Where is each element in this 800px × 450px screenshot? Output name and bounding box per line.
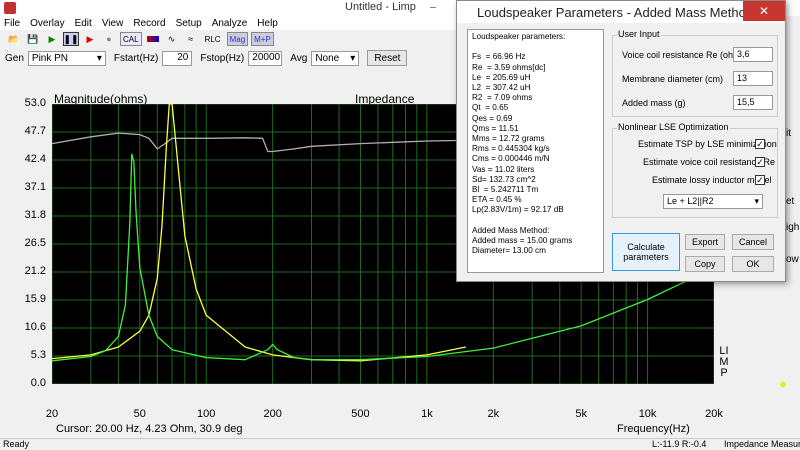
diameter-input[interactable]: 13 — [733, 71, 773, 86]
y-tick-label: 42.4 — [24, 153, 46, 165]
y-tick-label: 47.7 — [24, 125, 46, 137]
save-icon[interactable]: 💾 — [25, 32, 41, 46]
avg-label: Avg — [290, 52, 308, 64]
estimate-tsp-checkbox[interactable]: ✓ — [755, 139, 765, 149]
x-tick-label: 1k — [421, 408, 433, 420]
menu-setup[interactable]: Setup — [172, 18, 208, 29]
stop-icon[interactable]: ● — [101, 32, 117, 46]
play-icon[interactable]: ▶ — [44, 32, 60, 46]
x-tick-label: 20 — [45, 408, 59, 420]
export-button[interactable]: Export — [685, 234, 725, 250]
y-tick-label: 53.0 — [24, 97, 46, 109]
added-mass-input[interactable]: 15,5 — [733, 95, 773, 110]
x-tick-label: 10k — [638, 408, 657, 420]
y-tick-label: 15.9 — [24, 293, 46, 305]
y-tick-label: 26.5 — [24, 237, 46, 249]
x-tick-label: 100 — [197, 408, 216, 420]
calculate-parameters-button[interactable]: Calculate parameters — [612, 233, 680, 271]
x-tick-label: 200 — [263, 408, 282, 420]
pause-icon[interactable]: ❚❚ — [63, 32, 79, 46]
wave-icon[interactable]: ∿ — [164, 32, 180, 46]
status-text: Ready — [3, 439, 30, 449]
mag-button[interactable]: Mag — [226, 32, 249, 46]
mp-button[interactable]: M+P — [251, 32, 274, 46]
color-bar-icon[interactable] — [145, 32, 161, 46]
generator-bar: Gen Pink PN ▾ Fstart(Hz) 20 Fstop(Hz) 200… — [0, 48, 460, 68]
star-icon: ✸ — [779, 380, 788, 391]
status-mode: Impedance Measure — [724, 439, 800, 449]
status-bar: Ready L:-11.9 R:-0.4 Impedance Measure — [0, 438, 800, 450]
side-label-2[interactable]: et — [786, 196, 794, 207]
lse-label: Nonlinear LSE Optimization — [617, 122, 730, 132]
reset-button[interactable]: Reset — [367, 50, 408, 66]
side-label-3: igh — [786, 222, 800, 233]
fstart-input[interactable]: 20 — [162, 50, 193, 66]
y-tick-label: 37.1 — [24, 181, 46, 193]
fstart-label: Fstart(Hz) — [113, 52, 159, 64]
x-axis-label: Frequency(Hz) — [617, 423, 690, 435]
y-tick-label: 10.6 — [24, 321, 46, 333]
added-mass-label: Added mass (g) — [622, 98, 686, 108]
limp-vertical-label: LIMP — [719, 345, 729, 379]
gen-select[interactable]: Pink PN ▾ — [27, 50, 106, 66]
menu-help[interactable]: Help — [253, 18, 284, 29]
chk3-label: Estimate lossy inductor model — [652, 175, 772, 185]
minimize-button[interactable]: – — [420, 0, 446, 16]
menu-file[interactable]: File — [0, 18, 26, 29]
ok-button[interactable]: OK — [732, 256, 774, 272]
window-title: Untitled - Limp — [345, 1, 416, 13]
y-tick-label: 21.2 — [24, 265, 46, 277]
re-label: Voice coil resistance Re (ohms) — [622, 50, 749, 60]
fstop-input[interactable]: 20000 — [248, 50, 283, 66]
chevron-down-icon: ▾ — [96, 52, 102, 64]
x-tick-label: 500 — [351, 408, 370, 420]
cancel-button[interactable]: Cancel — [732, 234, 774, 250]
results-text[interactable]: Loudspeaker parameters: Fs = 66.96 Hz Re… — [467, 29, 604, 273]
sweep-icon[interactable]: ≈ — [183, 32, 199, 46]
app-icon — [4, 2, 16, 14]
estimate-inductor-checkbox[interactable]: ✓ — [755, 175, 765, 185]
menu-bar: File Overlay Edit View Record Setup Anal… — [0, 16, 460, 30]
diameter-label: Membrane diameter (cm) — [622, 74, 724, 84]
x-tick-label: 5k — [575, 408, 587, 420]
y-tick-label: 5.3 — [30, 349, 46, 361]
status-lr: L:-11.9 R:-0.4 — [652, 439, 707, 449]
user-input-label: User Input — [617, 29, 661, 39]
x-tick-label: 20k — [705, 408, 723, 420]
cursor-readout: Cursor: 20.00 Hz, 4.23 Ohm, 30.9 deg — [56, 423, 243, 435]
cal-button[interactable]: CAL — [120, 32, 142, 46]
avg-select[interactable]: None ▾ — [311, 50, 360, 66]
menu-overlay[interactable]: Overlay — [26, 18, 70, 29]
side-panel: it et igh ow — [786, 120, 800, 280]
side-label-1[interactable]: it — [786, 128, 791, 139]
copy-button[interactable]: Copy — [685, 256, 725, 272]
menu-record[interactable]: Record — [129, 18, 171, 29]
y-tick-label: 0.0 — [30, 377, 46, 389]
toolbar: 📂 💾 ▶ ❚❚ ▶ ● CAL ∿ ≈ RLC Mag M+P — [0, 30, 460, 48]
dialog-title-bar: Loudspeaker Parameters - Added Mass Meth… — [457, 1, 785, 23]
dialog-title: Loudspeaker Parameters - Added Mass Meth… — [477, 5, 754, 20]
record-icon[interactable]: ▶ — [82, 32, 98, 46]
chevron-down-icon: ▾ — [754, 196, 759, 206]
dialog-close-button[interactable]: ✕ — [743, 1, 785, 21]
x-tick-label: 2k — [487, 408, 500, 420]
re-input[interactable]: 3,6 — [733, 47, 773, 62]
menu-edit[interactable]: Edit — [71, 18, 98, 29]
side-label-4: ow — [786, 254, 799, 265]
chevron-down-icon: ▾ — [350, 52, 356, 64]
loudspeaker-parameters-dialog: Loudspeaker Parameters - Added Mass Meth… — [456, 0, 786, 282]
rlc-button[interactable]: RLC — [201, 32, 224, 46]
fstop-label: Fstop(Hz) — [200, 52, 245, 64]
menu-analyze[interactable]: Analyze — [208, 18, 254, 29]
gen-label: Gen — [5, 52, 24, 64]
model-select[interactable]: Le + L2||R2 ▾ — [663, 194, 763, 209]
x-tick-label: 50 — [133, 408, 146, 420]
estimate-re-checkbox[interactable]: ✓ — [755, 157, 765, 167]
open-icon[interactable]: 📂 — [6, 32, 22, 46]
menu-view[interactable]: View — [98, 18, 130, 29]
y-tick-label: 31.8 — [24, 209, 46, 221]
